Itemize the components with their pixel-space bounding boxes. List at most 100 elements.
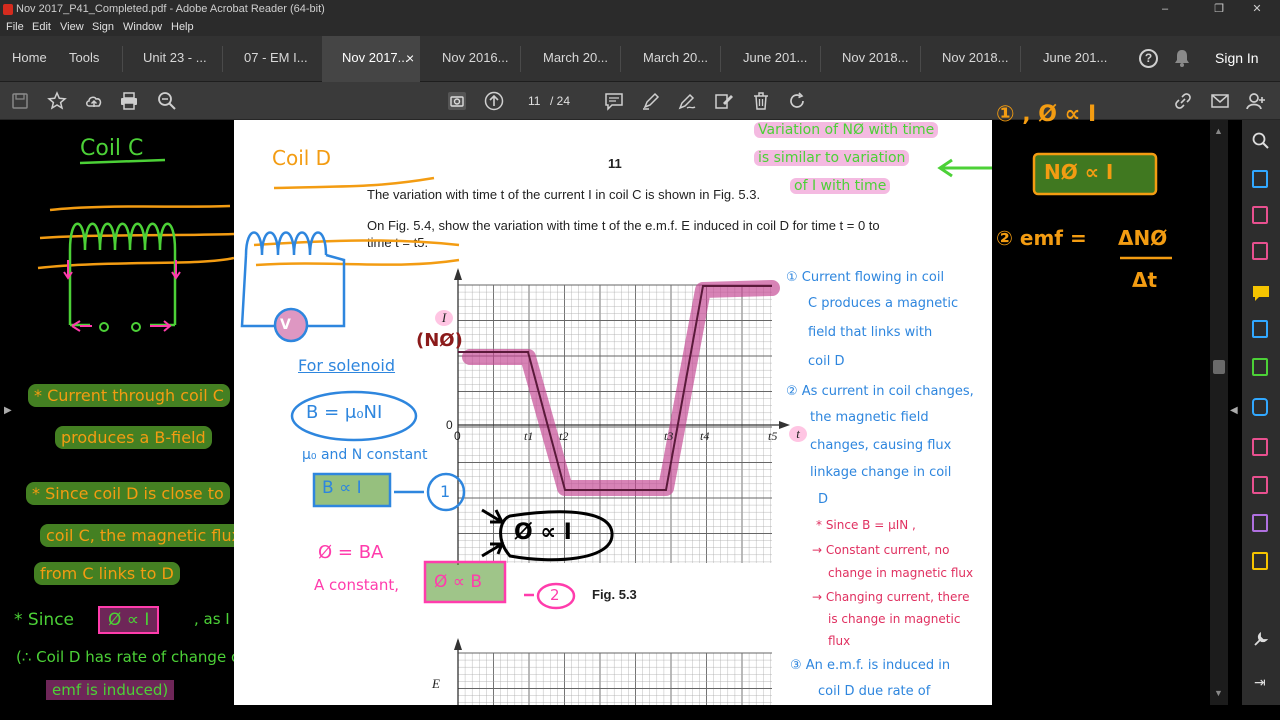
left-panel-toggle-icon[interactable]: ▶	[4, 405, 12, 416]
menu-bar: File Edit View Sign Window Help	[0, 19, 1280, 36]
rotate-icon[interactable]	[787, 91, 807, 111]
page-number-input[interactable]: 11	[528, 94, 540, 108]
reason-3-line1: * Since B = μIN ,	[816, 518, 916, 532]
upload-cloud-icon[interactable]	[84, 91, 104, 111]
right-eq-2: ② emf =	[996, 226, 1087, 250]
menu-help[interactable]: Help	[171, 19, 194, 36]
note-flux-links-to-d: from C links to D	[34, 562, 180, 585]
a-constant: A constant,	[314, 576, 400, 594]
doc-tab[interactable]: June 201...	[743, 36, 807, 82]
window-title: Nov 2017_P41_Completed.pdf - Adobe Acrob…	[16, 3, 325, 15]
right-tools-rail: ⇥	[1242, 120, 1280, 705]
menu-window[interactable]: Window	[123, 19, 162, 36]
search-icon[interactable]	[1252, 132, 1270, 150]
snapshot-camera-icon[interactable]	[447, 91, 467, 111]
menu-view[interactable]: View	[60, 19, 84, 36]
close-tab-icon[interactable]: ×	[406, 36, 414, 80]
doc-tab[interactable]: Nov 2018...	[942, 36, 1009, 82]
star-icon[interactable]	[47, 91, 67, 111]
reason-1-line3: field that links with	[808, 325, 933, 340]
share-user-icon[interactable]	[1246, 91, 1266, 111]
fill-sign-icon[interactable]	[714, 91, 734, 111]
reason-3-line2: → Constant current, no	[812, 543, 950, 557]
highlight-pen-icon[interactable]	[641, 91, 661, 111]
doc-tab[interactable]: Nov 2018...	[842, 36, 909, 82]
reason-4-line2: coil D due rate of	[818, 684, 931, 699]
organize-pages-icon[interactable]	[1252, 206, 1268, 224]
doc-tab[interactable]: Unit 23 - ...	[143, 36, 207, 82]
variation-note-3: of I with time	[790, 178, 891, 194]
pdf-page: 11 The variation with time t of the curr…	[234, 120, 992, 705]
minimize-button[interactable]: –	[1142, 0, 1188, 19]
scrollbar-thumb[interactable]	[1213, 360, 1225, 374]
doc-tab[interactable]: 07 - EM I...	[244, 36, 308, 82]
title-bar: Nov 2017_P41_Completed.pdf - Adobe Acrob…	[0, 0, 1280, 19]
doc-tab[interactable]: March 20...	[643, 36, 708, 82]
zoom-search-icon[interactable]	[157, 91, 177, 111]
note-as-i-changes: , as I changes, Ø changes	[194, 610, 234, 628]
note-coil-c-magnetic-flux: coil C, the magnetic flux	[40, 524, 248, 547]
reason-1-line2: C produces a magnetic	[808, 296, 959, 311]
comment-icon[interactable]	[604, 91, 624, 111]
comment-tool-icon[interactable]	[1252, 284, 1270, 302]
tab-separator	[620, 46, 621, 72]
variation-note-2: is similar to variation	[754, 150, 910, 166]
bottom-bar	[0, 705, 1280, 720]
tab-home[interactable]: Home	[12, 36, 47, 82]
doc-tab[interactable]: March 20...	[543, 36, 608, 82]
collapse-rail-icon[interactable]: ⇥	[1254, 674, 1266, 691]
combine-files-icon[interactable]	[1252, 320, 1268, 338]
reason-2-line1: ② As current in coil changes,	[786, 384, 974, 399]
link-icon[interactable]	[1173, 91, 1193, 111]
doc-tab[interactable]: June 201...	[1043, 36, 1107, 82]
save-icon[interactable]	[10, 91, 30, 111]
compress-pdf-icon[interactable]	[1252, 358, 1268, 376]
n-phi-label: (NØ)	[416, 330, 463, 351]
scan-ocr-icon[interactable]	[1252, 398, 1268, 416]
doc-tab[interactable]: Nov 2016...	[442, 36, 509, 82]
previous-page-icon[interactable]	[484, 91, 504, 111]
reason-3-line3: change in magnetic flux	[828, 566, 974, 580]
export-pdf-icon[interactable]	[1252, 170, 1268, 188]
delete-trash-icon[interactable]	[751, 91, 771, 111]
protect-icon[interactable]	[1252, 476, 1268, 494]
right-annotation-area: ① , Ø ∝ I NØ ∝ I ② emf = ΔNØ Δt	[992, 102, 1210, 705]
create-pdf-icon[interactable]	[1252, 242, 1268, 260]
note-coil-d-rate-change: (∴ Coil D has rate of change of flux lin…	[16, 648, 234, 666]
sign-in-button[interactable]: Sign In	[1215, 36, 1259, 82]
stamp-icon[interactable]	[1252, 552, 1268, 570]
reason-4-line1: ③ An e.m.f. is induced in	[790, 658, 951, 673]
close-window-button[interactable]: ✕	[1234, 0, 1280, 19]
tab-separator	[122, 46, 123, 72]
phi-equals-ba: Ø = BA	[318, 542, 384, 563]
acrobat-app-icon	[3, 4, 13, 15]
draw-pen-icon[interactable]	[677, 91, 697, 111]
note-coil-d-close: * Since coil D is close to	[26, 482, 230, 505]
print-icon[interactable]	[119, 91, 139, 111]
menu-edit[interactable]: Edit	[32, 19, 51, 36]
help-icon[interactable]: ?	[1139, 49, 1158, 68]
request-signature-icon[interactable]	[1252, 514, 1268, 532]
tab-tools[interactable]: Tools	[69, 36, 99, 82]
tools-settings-icon[interactable]	[1252, 630, 1270, 648]
right-eq-1: ① , Ø ∝ I	[996, 102, 1097, 127]
fill-sign-tool-icon[interactable]	[1252, 438, 1268, 456]
right-panel-toggle-icon[interactable]: ◀	[1230, 405, 1238, 416]
circle-1-label: 1	[440, 482, 451, 501]
left-annotation-area: Coil C * Current through coil C produces…	[0, 120, 248, 705]
doc-tab-active[interactable]: Nov 2017... ×	[322, 36, 420, 82]
menu-sign[interactable]: Sign	[92, 19, 114, 36]
reason-2-line4: linkage change in coil	[810, 465, 952, 480]
reason-1-line4: coil D	[808, 354, 845, 369]
tab-separator	[820, 46, 821, 72]
b-equals-mu-n-i: B = μ₀NI	[306, 402, 383, 423]
bell-icon[interactable]	[1174, 49, 1190, 67]
menu-file[interactable]: File	[6, 19, 24, 36]
vertical-scrollbar[interactable]: ▲ ▼	[1210, 120, 1228, 705]
phi-prop-b-box: Ø ∝ B	[434, 572, 482, 592]
doc-tab-label: Nov 2017...	[342, 50, 409, 65]
scroll-up-arrow[interactable]: ▲	[1214, 126, 1223, 136]
email-icon[interactable]	[1210, 91, 1230, 111]
scroll-down-arrow[interactable]: ▼	[1214, 688, 1223, 698]
note-since: * Since	[14, 610, 74, 630]
